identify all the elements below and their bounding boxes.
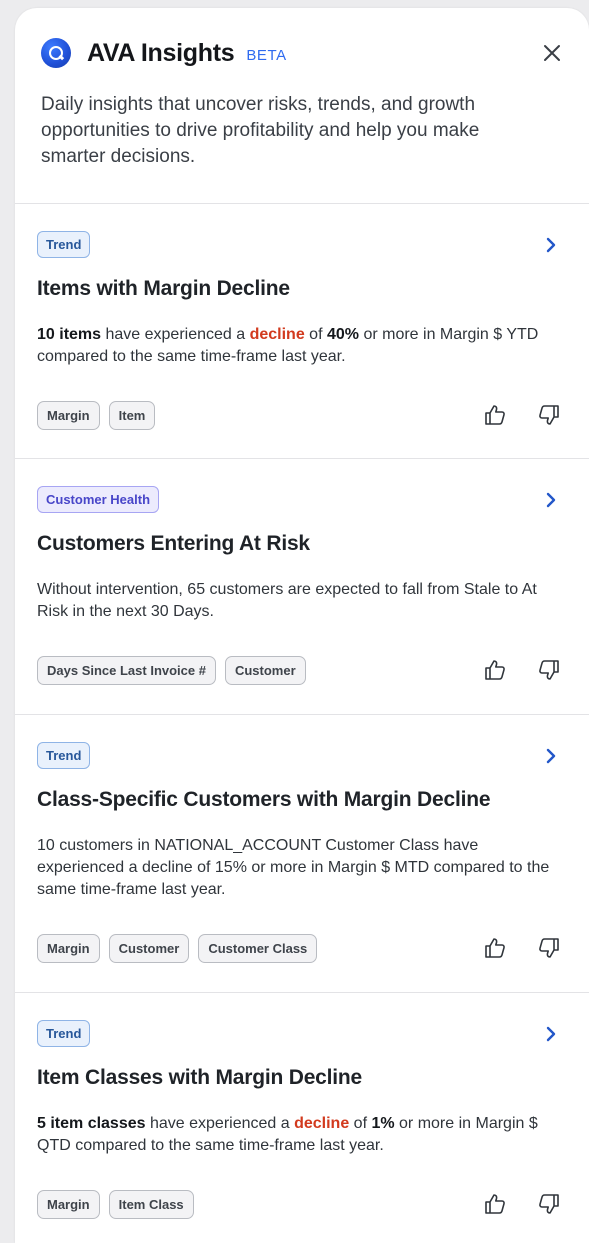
tag-list: Margin Customer Customer Class (37, 934, 318, 963)
intro-text: Daily insights that uncover risks, trend… (41, 94, 480, 167)
insight-description: 10 items have experienced a decline of 4… (37, 326, 539, 365)
chevron-right-icon[interactable] (543, 747, 559, 765)
chevron-right-icon[interactable] (543, 491, 559, 509)
insight-description: Without intervention, 65 customers are e… (37, 581, 537, 620)
chevron-right-icon[interactable] (543, 1025, 559, 1043)
insight-description: 10 customers in NATIONAL_ACCOUNT Custome… (37, 837, 550, 898)
thumbs-up-icon[interactable] (483, 1192, 507, 1216)
insight-title: Customers Entering At Risk (37, 532, 310, 555)
insight-card[interactable]: Trend Item Classes with Margin Decline 5… (15, 993, 589, 1243)
feedback-buttons (483, 1192, 561, 1216)
ava-insights-panel: AVA Insights BETA Daily insights that un… (15, 8, 589, 1243)
insight-title: Items with Margin Decline (37, 277, 290, 300)
thumbs-up-icon[interactable] (483, 403, 507, 427)
tag[interactable]: Customer (224, 656, 306, 685)
thumbs-up-icon[interactable] (483, 936, 507, 960)
thumbs-down-icon[interactable] (537, 403, 561, 427)
insight-card[interactable]: Trend Items with Margin Decline 10 items… (15, 204, 589, 459)
ava-logo-icon (41, 38, 71, 68)
tag[interactable]: Margin (37, 934, 100, 963)
tag[interactable]: Item Class (108, 1190, 194, 1219)
tag[interactable]: Customer (108, 934, 190, 963)
title-row: AVA Insights BETA (41, 36, 563, 70)
tag[interactable]: Customer Class (198, 934, 318, 963)
tag[interactable]: Item (108, 401, 156, 430)
feedback-buttons (483, 403, 561, 427)
insight-title: Item Classes with Margin Decline (37, 1066, 363, 1089)
close-icon (544, 45, 560, 61)
beta-label: BETA (246, 46, 287, 64)
thumbs-down-icon[interactable] (537, 936, 561, 960)
tag[interactable]: Days Since Last Invoice # (37, 656, 216, 685)
category-badge: Customer Health (37, 486, 160, 513)
tag[interactable]: Margin (37, 1190, 100, 1219)
tag-list: Margin Item (37, 401, 156, 430)
category-badge: Trend (37, 231, 91, 258)
insight-card[interactable]: Trend Class-Specific Customers with Marg… (15, 715, 589, 993)
tag-list: Margin Item Class (37, 1190, 194, 1219)
insight-description: 5 item classes have experienced a declin… (37, 1115, 538, 1154)
feedback-buttons (483, 936, 561, 960)
insight-title: Class-Specific Customers with Margin Dec… (37, 788, 491, 811)
category-badge: Trend (37, 742, 91, 769)
close-button[interactable] (537, 38, 567, 68)
category-badge: Trend (37, 1020, 91, 1047)
feedback-buttons (483, 658, 561, 682)
thumbs-down-icon[interactable] (537, 1192, 561, 1216)
thumbs-down-icon[interactable] (537, 658, 561, 682)
panel-header: AVA Insights BETA Daily insights that un… (15, 8, 589, 204)
tag-list: Days Since Last Invoice # Customer (37, 656, 306, 685)
thumbs-up-icon[interactable] (483, 658, 507, 682)
chevron-right-icon[interactable] (543, 236, 559, 254)
tag[interactable]: Margin (37, 401, 100, 430)
insight-card[interactable]: Customer Health Customers Entering At Ri… (15, 459, 589, 715)
panel-title: AVA Insights (87, 38, 235, 67)
